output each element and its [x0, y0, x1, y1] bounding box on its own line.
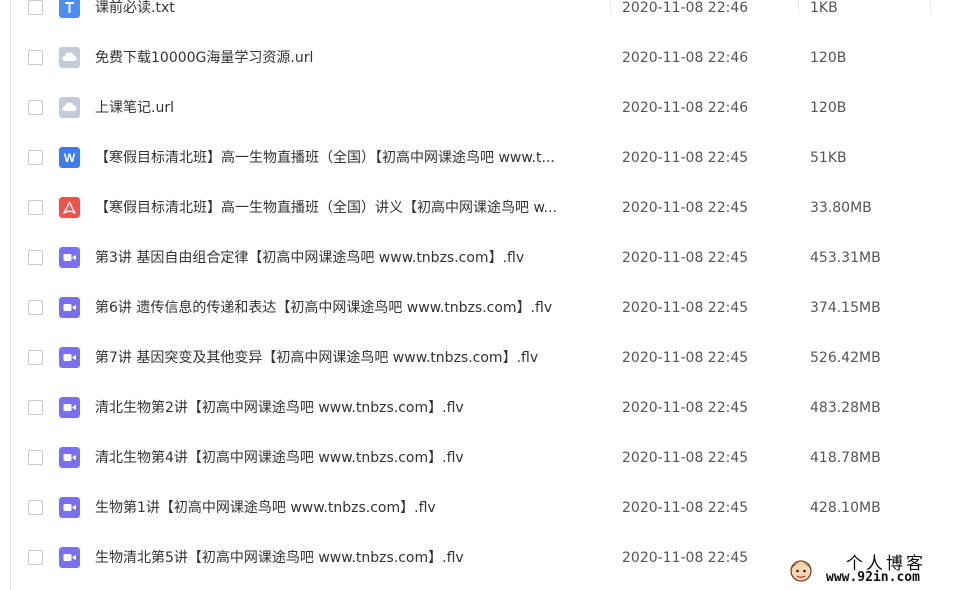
file-size: 1KB: [810, 0, 838, 16]
file-size: 120B: [810, 50, 847, 66]
file-modified-date: 2020-11-08 22:45: [622, 200, 749, 216]
video-file-icon: [59, 547, 80, 568]
file-name[interactable]: 生物清北第5讲【初高中网课途鸟吧 www.tnbzs.com】.flv: [95, 549, 605, 567]
file-row[interactable]: 清北生物第4讲【初高中网课途鸟吧 www.tnbzs.com】.flv 2020-…: [0, 433, 978, 483]
video-file-icon: [59, 247, 80, 268]
avatar-icon: [790, 560, 812, 582]
file-modified-date: 2020-11-08 22:45: [622, 250, 749, 266]
file-name[interactable]: 第6讲 遗传信息的传递和表达【初高中网课途鸟吧 www.tnbzs.com】.f…: [95, 299, 605, 317]
file-row[interactable]: 免费下载10000G海量学习资源.url 2020-11-08 22:46 120B: [0, 33, 978, 83]
file-size: 33.80MB: [810, 200, 872, 216]
file-name[interactable]: 清北生物第2讲【初高中网课途鸟吧 www.tnbzs.com】.flv: [95, 399, 605, 417]
file-name[interactable]: 清北生物第4讲【初高中网课途鸟吧 www.tnbzs.com】.flv: [95, 449, 605, 467]
row-checkbox[interactable]: [28, 450, 43, 465]
svg-text:W: W: [64, 151, 76, 165]
row-checkbox[interactable]: [28, 250, 43, 265]
file-row[interactable]: 清北生物第2讲【初高中网课途鸟吧 www.tnbzs.com】.flv 2020-…: [0, 383, 978, 433]
file-modified-date: 2020-11-08 22:45: [622, 300, 749, 316]
row-checkbox[interactable]: [28, 0, 43, 15]
file-name[interactable]: 【寒假目标清北班】高一生物直播班（全国）讲义【初高中网课途鸟吧 w...: [95, 199, 605, 217]
row-checkbox[interactable]: [28, 350, 43, 365]
row-checkbox[interactable]: [28, 100, 43, 115]
file-name[interactable]: 上课笔记.url: [95, 99, 605, 117]
file-row[interactable]: 【寒假目标清北班】高一生物直播班（全国）讲义【初高中网课途鸟吧 w... 2020…: [0, 183, 978, 233]
file-row[interactable]: 生物第1讲【初高中网课途鸟吧 www.tnbzs.com】.flv 2020-11…: [0, 483, 978, 533]
row-checkbox[interactable]: [28, 300, 43, 315]
file-name[interactable]: 生物第1讲【初高中网课途鸟吧 www.tnbzs.com】.flv: [95, 499, 605, 517]
file-modified-date: 2020-11-08 22:46: [622, 50, 749, 66]
file-row[interactable]: 第3讲 基因自由组合定律【初高中网课途鸟吧 www.tnbzs.com】.flv…: [0, 233, 978, 283]
file-modified-date: 2020-11-08 22:45: [622, 150, 749, 166]
file-browser: 课前必读.txt 2020-11-08 22:46 1KB 免费下载10000G海量学…: [0, 0, 978, 590]
file-name[interactable]: 第7讲 基因突变及其他变异【初高中网课途鸟吧 www.tnbzs.com】.fl…: [95, 349, 605, 367]
file-size: 418.78MB: [810, 450, 881, 466]
video-file-icon: [59, 347, 80, 368]
row-checkbox[interactable]: [28, 400, 43, 415]
file-row[interactable]: 第7讲 基因突变及其他变异【初高中网课途鸟吧 www.tnbzs.com】.fl…: [0, 333, 978, 383]
file-name[interactable]: 课前必读.txt: [95, 0, 605, 17]
file-row[interactable]: 上课笔记.url 2020-11-08 22:46 120B: [0, 83, 978, 133]
file-size: 51KB: [810, 150, 847, 166]
watermark: 个人博客 www.92in.com: [782, 548, 978, 590]
row-checkbox[interactable]: [28, 500, 43, 515]
video-file-icon: [59, 497, 80, 518]
row-checkbox[interactable]: [28, 200, 43, 215]
file-list: 课前必读.txt 2020-11-08 22:46 1KB 免费下载10000G海量学…: [0, 0, 978, 583]
file-modified-date: 2020-11-08 22:45: [622, 400, 749, 416]
row-checkbox[interactable]: [28, 150, 43, 165]
video-file-icon: [59, 297, 80, 318]
file-row[interactable]: W 【寒假目标清北班】高一生物直播班（全国）【初高中网课途鸟吧 www.t... 2…: [0, 133, 978, 183]
txt-file-icon: [59, 0, 80, 18]
file-size: 374.15MB: [810, 300, 881, 316]
video-file-icon: [59, 397, 80, 418]
file-name[interactable]: 免费下载10000G海量学习资源.url: [95, 49, 605, 67]
video-file-icon: [59, 447, 80, 468]
file-size: 428.10MB: [810, 500, 881, 516]
file-modified-date: 2020-11-08 22:46: [622, 0, 749, 16]
pdf-file-icon: [59, 197, 80, 218]
file-row[interactable]: 第6讲 遗传信息的传递和表达【初高中网课途鸟吧 www.tnbzs.com】.f…: [0, 283, 978, 333]
file-modified-date: 2020-11-08 22:46: [622, 100, 749, 116]
file-size: 120B: [810, 100, 847, 116]
file-name[interactable]: 第3讲 基因自由组合定律【初高中网课途鸟吧 www.tnbzs.com】.flv: [95, 249, 605, 267]
file-size: 526.42MB: [810, 350, 881, 366]
file-name[interactable]: 【寒假目标清北班】高一生物直播班（全国）【初高中网课途鸟吧 www.t...: [95, 149, 605, 167]
watermark-url: www.92in.com: [826, 570, 920, 585]
url-file-icon: [59, 47, 80, 68]
file-modified-date: 2020-11-08 22:45: [622, 500, 749, 516]
url-file-icon: [59, 97, 80, 118]
file-size: 483.28MB: [810, 400, 881, 416]
row-checkbox[interactable]: [28, 50, 43, 65]
word-file-icon: W: [59, 147, 80, 168]
file-modified-date: 2020-11-08 22:45: [622, 450, 749, 466]
row-checkbox[interactable]: [28, 550, 43, 565]
file-modified-date: 2020-11-08 22:45: [622, 550, 749, 566]
file-row[interactable]: 课前必读.txt 2020-11-08 22:46 1KB: [0, 0, 978, 33]
file-size: 453.31MB: [810, 250, 881, 266]
file-modified-date: 2020-11-08 22:45: [622, 350, 749, 366]
